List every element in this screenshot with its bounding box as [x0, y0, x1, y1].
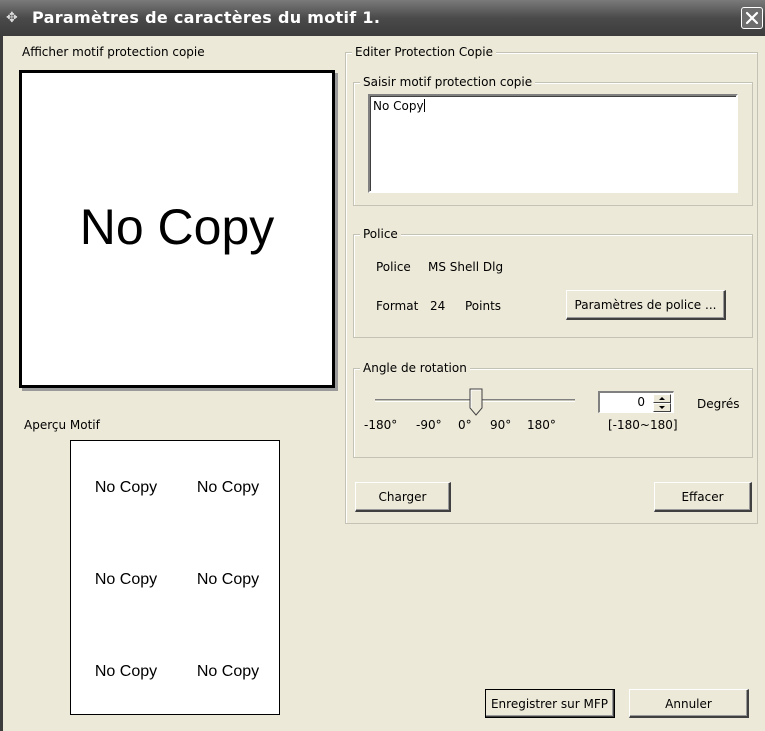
pattern-text-input[interactable]: No Copy — [368, 94, 738, 193]
dialog-window: ✥ Paramètres de caractères du motif 1. A… — [0, 0, 765, 731]
pattern-preview-label: Aperçu Motif — [24, 418, 100, 432]
font-legend: Police — [360, 227, 401, 241]
save-to-mfp-button[interactable]: Enregistrer sur MFP — [485, 689, 615, 718]
slider-tick-label: 180° — [527, 418, 556, 432]
rotation-legend: Angle de rotation — [360, 361, 470, 375]
pattern-item: No Copy — [196, 479, 260, 496]
preview-label: Afficher motif protection copie — [22, 45, 205, 59]
font-group: Police — [353, 227, 753, 338]
slider-tick-label: -90° — [416, 418, 442, 432]
slider-tick-label: 0° — [458, 418, 472, 432]
spinner-down-button[interactable] — [653, 403, 671, 412]
spinner-up-button[interactable] — [653, 394, 671, 403]
rotation-value: 0 — [637, 395, 645, 409]
pattern-text-value: No Copy — [373, 99, 424, 113]
rotation-unit: Degrés — [697, 397, 740, 411]
pattern-item: No Copy — [94, 479, 158, 496]
pattern-item: No Copy — [94, 663, 158, 680]
font-label: Police — [376, 260, 411, 274]
preview-text: No Copy — [79, 199, 275, 255]
size-value: 24 — [430, 299, 446, 313]
pattern-preview-canvas: No Copy No Copy No Copy No Copy No Copy … — [70, 440, 280, 715]
size-label: Format — [376, 299, 419, 313]
rotation-range: [-180~180] — [608, 418, 678, 432]
text-cursor — [423, 99, 425, 112]
cancel-button[interactable]: Annuler — [629, 689, 749, 718]
size-unit: Points — [465, 299, 502, 313]
pattern-item: No Copy — [196, 571, 260, 588]
window-border — [0, 36, 3, 731]
window-title: Paramètres de caractères du motif 1. — [32, 8, 381, 27]
close-icon — [745, 11, 759, 25]
pattern-item: No Copy — [196, 663, 260, 680]
input-pattern-legend: Saisir motif protection copie — [360, 75, 536, 89]
load-button[interactable]: Charger — [355, 482, 451, 512]
pin-icon: ✥ — [6, 10, 18, 26]
clear-button[interactable]: Effacer — [654, 482, 752, 512]
font-settings-button[interactable]: Paramètres de police ... — [566, 290, 726, 320]
close-button[interactable] — [741, 7, 763, 29]
font-value: MS Shell Dlg — [428, 260, 504, 274]
rotation-group: Angle de rotation — [353, 361, 753, 458]
rotation-slider-thumb[interactable] — [469, 388, 483, 416]
chevron-up-icon — [659, 397, 665, 400]
rotation-spinner[interactable]: 0 — [598, 391, 674, 413]
chevron-down-icon — [659, 406, 665, 409]
edit-protection-legend: Editer Protection Copie — [352, 45, 496, 59]
slider-tick-label: -180° — [364, 418, 398, 432]
title-bar[interactable]: ✥ Paramètres de caractères du motif 1. — [0, 0, 765, 36]
preview-canvas: No Copy — [19, 70, 335, 388]
slider-tick-label: 90° — [490, 418, 512, 432]
pattern-item: No Copy — [94, 571, 158, 588]
